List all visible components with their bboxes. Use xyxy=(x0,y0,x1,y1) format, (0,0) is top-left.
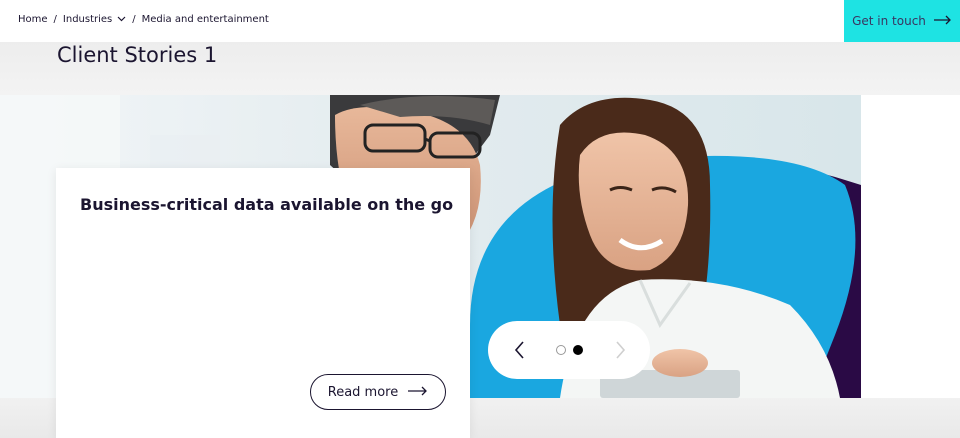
arrow-right-icon xyxy=(933,14,952,28)
get-in-touch-button[interactable]: Get in touch xyxy=(844,0,960,42)
carousel-dot-2-active[interactable] xyxy=(573,345,583,355)
breadcrumb-separator: / xyxy=(132,14,136,25)
get-in-touch-label: Get in touch xyxy=(852,14,926,28)
breadcrumb-separator: / xyxy=(53,14,57,25)
read-more-button[interactable]: Read more xyxy=(310,374,446,410)
section-title: Client Stories 1 xyxy=(57,43,218,67)
chevron-left-icon[interactable] xyxy=(510,340,530,360)
chevron-down-icon[interactable] xyxy=(117,14,126,25)
chevron-right-icon[interactable] xyxy=(610,340,630,360)
right-panel xyxy=(861,95,960,398)
breadcrumb-current: Media and entertainment xyxy=(141,14,269,25)
carousel-controls xyxy=(488,321,650,379)
read-more-label: Read more xyxy=(327,384,399,400)
arrow-right-icon xyxy=(408,385,428,400)
story-card-title: Business-critical data available on the … xyxy=(80,195,454,214)
breadcrumb-home[interactable]: Home xyxy=(18,14,48,25)
story-card: Business-critical data available on the … xyxy=(56,168,470,438)
breadcrumb-industries[interactable]: Industries xyxy=(63,14,112,25)
breadcrumb: Home / Industries / Media and entertainm… xyxy=(18,14,269,25)
carousel-dot-1[interactable] xyxy=(556,345,566,355)
top-bar: Home / Industries / Media and entertainm… xyxy=(0,0,960,42)
